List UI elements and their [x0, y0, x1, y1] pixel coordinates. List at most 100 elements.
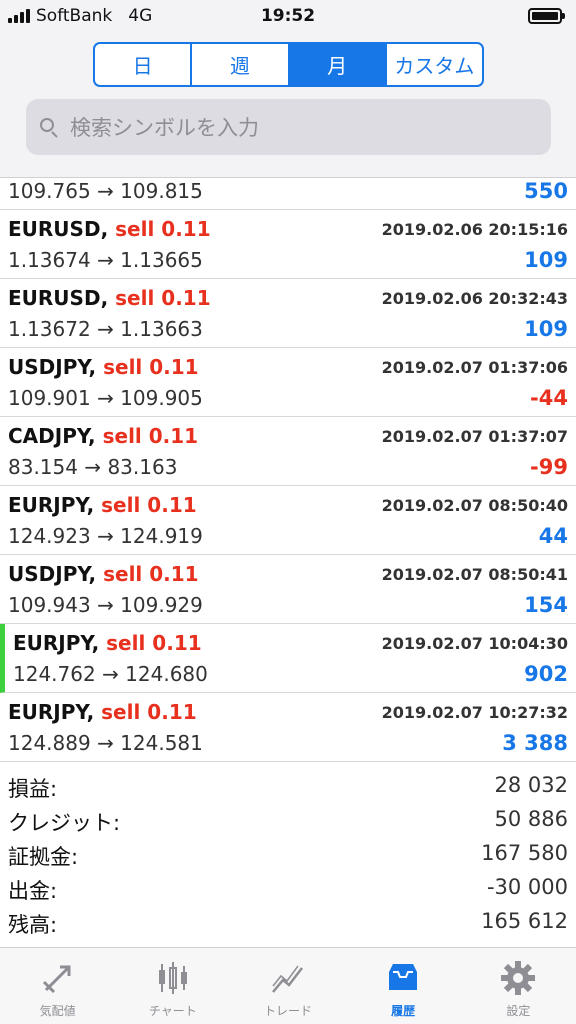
deal-separator: ,	[86, 493, 95, 517]
deal-side: sell 0.11	[103, 355, 199, 379]
deal-profit: 109	[524, 248, 568, 272]
deal-side: sell 0.11	[115, 217, 211, 241]
trade-icon	[272, 965, 303, 993]
deal-side: sell 0.11	[103, 562, 199, 586]
deal-symbol: EURUSD	[8, 217, 101, 241]
deal-symbol-line: USDJPY, sell 0.11	[8, 562, 199, 586]
clock: 19:52	[260, 6, 316, 26]
deal-symbol: CADJPY	[8, 424, 89, 448]
deal-profit: 109	[524, 317, 568, 341]
quotes-icon	[42, 965, 71, 994]
deal-prices: 124.923 → 124.919	[8, 524, 203, 548]
deal-datetime: 2019.02.06 20:32:43	[381, 289, 568, 308]
deal-datetime: 2019.02.07 10:04:30	[381, 634, 568, 653]
deal-symbol: EURUSD	[8, 286, 101, 310]
deal-datetime: 2019.02.07 08:50:41	[381, 565, 568, 584]
summary-value: 28 032	[494, 773, 568, 797]
deal-prices: 109.901 → 109.905	[8, 386, 203, 410]
deal-separator: ,	[100, 217, 109, 241]
period-segmented-control: 日 週 月 カスタム	[93, 42, 484, 87]
deal-profit: -99	[530, 455, 568, 479]
deal-side: sell 0.11	[101, 493, 197, 517]
list-item[interactable]: CADJPY, sell 0.11 2019.02.07 01:37:07 83…	[0, 417, 576, 486]
deal-prices: 124.762 → 124.680	[13, 662, 208, 686]
summary-label: 残高:	[8, 913, 58, 937]
summary-balance: 残高: 165 612	[0, 906, 576, 940]
tab-label: 履歴	[391, 1004, 416, 1018]
list-item[interactable]: EURUSD, sell 0.11 2019.02.06 20:32:43 1.…	[0, 279, 576, 348]
list-item[interactable]: 109.765 → 109.815 550	[0, 178, 576, 210]
deal-symbol-line: EURJPY, sell 0.11	[13, 631, 202, 655]
list-item[interactable]: USDJPY, sell 0.11 2019.02.07 08:50:41 10…	[0, 555, 576, 624]
summary-profit: 損益: 28 032	[0, 770, 576, 804]
tab-history[interactable]: 履歴	[346, 948, 461, 1024]
deal-symbol-line: CADJPY, sell 0.11	[8, 424, 198, 448]
search-input[interactable]: 検索シンボルを入力	[26, 99, 551, 155]
tab-label: チャート	[148, 1004, 197, 1018]
summary-deposit: 証拠金: 167 580	[0, 838, 576, 872]
list-item[interactable]: EURJPY, sell 0.11 2019.02.07 10:27:32 12…	[0, 693, 576, 762]
summary-label: クレジット:	[8, 811, 121, 835]
tab-day[interactable]: 日	[95, 44, 193, 85]
list-item[interactable]: EURJPY, sell 0.11 2019.02.07 08:50:40 12…	[0, 486, 576, 555]
gear-icon	[501, 961, 536, 995]
deal-separator: ,	[100, 286, 109, 310]
deal-symbol-line: EURJPY, sell 0.11	[8, 700, 197, 724]
deal-side: sell 0.11	[115, 286, 211, 310]
header: SoftBank 4G 19:52 日 週 月 カスタム 検索シンボルを入力	[0, 0, 576, 178]
deal-side: sell 0.11	[101, 700, 197, 724]
deal-prices: 124.889 → 124.581	[8, 731, 203, 755]
deal-symbol-line: EURJPY, sell 0.11	[8, 493, 197, 517]
tab-trade[interactable]: トレード	[230, 948, 345, 1024]
deal-separator: ,	[91, 631, 100, 655]
deal-symbol-line: EURUSD, sell 0.11	[8, 217, 211, 241]
deal-side: sell 0.11	[102, 424, 199, 448]
summary-label: 損益:	[8, 777, 58, 801]
history-icon	[389, 964, 418, 990]
summary-value: 50 886	[494, 807, 568, 831]
status-bar: SoftBank 4G 19:52	[0, 0, 576, 34]
deal-symbol: EURJPY	[8, 493, 87, 517]
summary-label: 出金:	[8, 879, 58, 903]
deal-prices: 1.13674 → 1.13665	[8, 248, 203, 272]
tab-label: 気配値	[39, 1004, 76, 1018]
deal-separator: ,	[88, 424, 96, 448]
deal-list: 109.765 → 109.815 550 EURUSD, sell 0.11 …	[0, 178, 576, 762]
deal-profit: 550	[524, 179, 568, 203]
tab-label: 設定	[506, 1004, 531, 1018]
list-item[interactable]: USDJPY, sell 0.11 2019.02.07 01:37:06 10…	[0, 348, 576, 417]
tab-label: トレード	[263, 1004, 312, 1018]
battery-icon	[528, 8, 565, 24]
search-placeholder: 検索シンボルを入力	[70, 116, 259, 140]
deal-symbol-line: EURUSD, sell 0.11	[8, 286, 211, 310]
list-item-selected[interactable]: EURJPY, sell 0.11 2019.02.07 10:04:30 12…	[0, 624, 576, 693]
deal-prices: 109.765 → 109.815	[8, 179, 203, 203]
deal-datetime: 2019.02.06 20:15:16	[381, 220, 568, 239]
tab-month[interactable]: 月	[289, 44, 387, 85]
tab-quotes[interactable]: 気配値	[0, 948, 115, 1024]
tab-settings[interactable]: 設定	[461, 948, 576, 1024]
deal-symbol: EURJPY	[13, 631, 92, 655]
chart-icon	[158, 962, 187, 994]
deal-separator: ,	[88, 355, 97, 379]
deal-datetime: 2019.02.07 08:50:40	[381, 496, 568, 515]
summary-value: 167 580	[481, 841, 568, 865]
deal-datetime: 2019.02.07 01:37:06	[381, 358, 568, 377]
summary-value: 165 612	[481, 909, 568, 933]
deal-side: sell 0.11	[106, 631, 202, 655]
summary-credit: クレジット: 50 886	[0, 804, 576, 838]
deal-profit: 3 388	[502, 731, 568, 755]
summary-label: 証拠金:	[8, 845, 79, 869]
deal-separator: ,	[88, 562, 97, 586]
deal-datetime: 2019.02.07 10:27:32	[381, 703, 568, 722]
deal-symbol: EURJPY	[8, 700, 87, 724]
tab-week[interactable]: 週	[192, 44, 290, 85]
search-icon	[38, 116, 60, 138]
deal-profit: 902	[524, 662, 568, 686]
tab-chart[interactable]: チャート	[115, 948, 230, 1024]
deal-prices: 109.943 → 109.929	[8, 593, 203, 617]
account-summary: 損益: 28 032 クレジット: 50 886 証拠金: 167 580 出金…	[0, 770, 576, 940]
tab-custom[interactable]: カスタム	[387, 44, 482, 85]
deal-prices: 1.13672 → 1.13663	[8, 317, 203, 341]
list-item[interactable]: EURUSD, sell 0.11 2019.02.06 20:15:16 1.…	[0, 210, 576, 279]
